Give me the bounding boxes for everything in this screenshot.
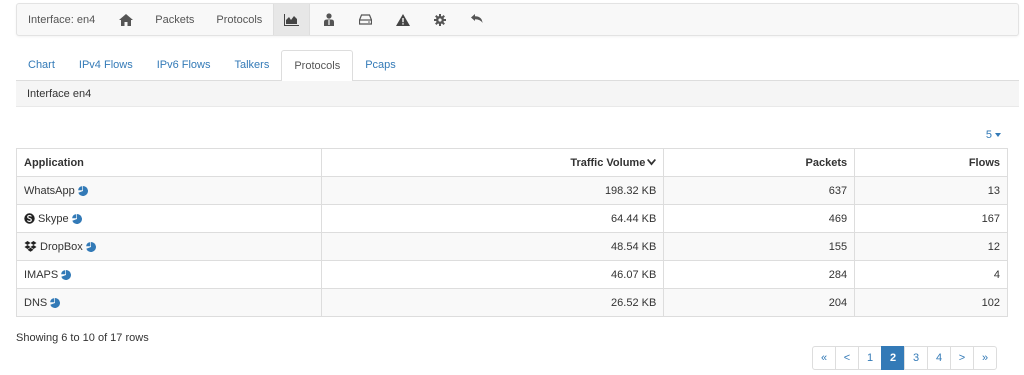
header-traffic-volume[interactable]: Traffic Volume (320, 148, 665, 177)
header-packets-label: Packets (805, 156, 848, 169)
pie-chart-icon[interactable] (50, 297, 61, 308)
app-link[interactable]: WhatsApp (24, 185, 75, 197)
nav-packets[interactable]: Packets (144, 4, 205, 35)
protocols-table: Application Traffic Volume Packets Flows… (16, 148, 1008, 317)
pie-chart-icon[interactable] (71, 213, 82, 224)
dropbox-icon (24, 241, 37, 252)
app-link[interactable]: DNS (24, 297, 47, 309)
tab-pcaps[interactable]: Pcaps (353, 50, 408, 81)
settings-button[interactable] (421, 4, 458, 35)
page-size-value: 5 (985, 129, 992, 141)
tab-chart[interactable]: Chart (16, 50, 67, 81)
nav-protocols[interactable]: Protocols (205, 4, 273, 35)
flows-cell: 167 (854, 204, 1008, 233)
page-button-1[interactable]: 1 (858, 346, 882, 370)
app-link[interactable]: IMAPS (24, 269, 58, 281)
traffic-volume-cell: 64.44 KB (320, 204, 665, 233)
tab-talkers[interactable]: Talkers (223, 50, 282, 81)
flows-cell: 4 (854, 260, 1008, 289)
header-flows-label: Flows (968, 156, 1000, 169)
users-icon (323, 13, 335, 26)
table-row: Skype 64.44 KB 469 167 (16, 204, 1008, 233)
table-header-row: Application Traffic Volume Packets Flows (16, 148, 1008, 177)
page-button-4[interactable]: 4 (927, 346, 951, 370)
packets-cell: 469 (663, 204, 856, 233)
packets-cell: 155 (663, 232, 856, 261)
home-icon (119, 13, 134, 26)
tab-ipv4-flows[interactable]: IPv4 Flows (67, 50, 145, 81)
app-link[interactable]: Skype (38, 213, 69, 225)
header-traffic-volume-label: Traffic Volume (570, 156, 646, 169)
home-button[interactable] (108, 4, 144, 35)
view-tabs: Chart IPv4 Flows IPv6 Flows Talkers Prot… (16, 50, 1019, 82)
table-row: IMAPS 46.07 KB 284 4 (16, 260, 1008, 289)
skype-icon (24, 213, 35, 224)
prev-page-button[interactable]: < (835, 346, 859, 370)
drive-icon (359, 14, 373, 25)
sort-desc-icon (647, 157, 657, 169)
caret-down-icon (995, 133, 1001, 138)
next-page-button[interactable]: > (950, 346, 974, 370)
chart-button[interactable] (273, 4, 311, 35)
area-chart-icon (284, 13, 300, 26)
page-button-3[interactable]: 3 (904, 346, 928, 370)
interface-label: Interface: en4 (28, 13, 96, 26)
header-application-label: Application (24, 156, 84, 169)
nav-packets-label: Packets (155, 13, 195, 26)
page-button-2[interactable]: 2 (881, 346, 905, 370)
flows-cell: 102 (854, 288, 1008, 317)
top-navbar: Interface: en4 Packets Protocols (16, 3, 1019, 36)
traffic-volume-cell: 46.07 KB (320, 260, 665, 289)
header-packets[interactable]: Packets (663, 148, 856, 177)
pie-chart-icon[interactable] (77, 185, 88, 196)
traffic-volume-cell: 198.32 KB (320, 176, 665, 205)
app-link[interactable]: DropBox (40, 241, 83, 253)
alerts-button[interactable] (384, 4, 421, 35)
header-flows[interactable]: Flows (854, 148, 1008, 177)
packets-cell: 204 (663, 288, 856, 317)
hosts-button[interactable] (310, 4, 347, 35)
undo-icon (470, 14, 483, 25)
tab-ipv6-flows[interactable]: IPv6 Flows (145, 50, 223, 81)
flows-cell: 13 (854, 176, 1008, 205)
interface-title: Interface en4 (16, 81, 1019, 107)
storage-button[interactable] (347, 4, 384, 35)
rows-info: Showing 6 to 10 of 17 rows (16, 332, 149, 344)
flows-cell: 12 (854, 232, 1008, 261)
packets-cell: 284 (663, 260, 856, 289)
last-page-button[interactable]: » (973, 346, 997, 370)
pagination: « < 1 2 3 4 > » (812, 346, 997, 370)
table-row: DropBox 48.54 KB 155 12 (16, 232, 1008, 261)
pie-chart-icon[interactable] (61, 269, 72, 280)
traffic-volume-cell: 48.54 KB (320, 232, 665, 261)
tab-protocols[interactable]: Protocols (281, 50, 354, 82)
interface-selector[interactable]: Interface: en4 (17, 4, 108, 35)
first-page-button[interactable]: « (812, 346, 836, 370)
table-row: WhatsApp 198.32 KB 637 13 (16, 176, 1008, 205)
nav-protocols-label: Protocols (216, 13, 263, 26)
back-button[interactable] (458, 4, 495, 35)
gear-icon (433, 13, 446, 26)
warning-icon (395, 13, 410, 26)
traffic-volume-cell: 26.52 KB (320, 288, 665, 317)
table-row: DNS 26.52 KB 204 102 (16, 288, 1008, 317)
pie-chart-icon[interactable] (85, 241, 96, 252)
page-size-dropdown[interactable]: 5 (986, 129, 1001, 141)
header-application[interactable]: Application (16, 148, 322, 177)
packets-cell: 637 (663, 176, 856, 205)
